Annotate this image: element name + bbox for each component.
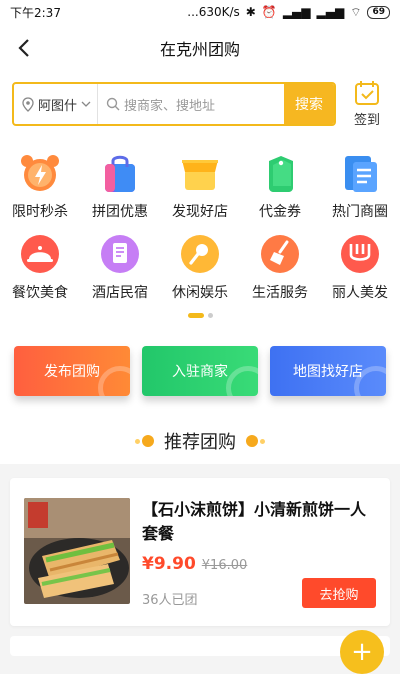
- signin-button[interactable]: 签到: [336, 80, 390, 128]
- shop-icon: [179, 152, 221, 194]
- deal-name: 【石小沫煎饼】小清新煎饼一人套餐: [142, 500, 367, 543]
- publish-deal-label: 发布团购: [44, 364, 100, 380]
- coupon-tag-icon: [259, 152, 301, 194]
- alarm-icon: ⏰: [261, 5, 277, 19]
- page-dot-active: [187, 312, 204, 318]
- bluetooth-icon: ✱: [245, 5, 256, 19]
- category-flash-sale[interactable]: 限时秒杀: [0, 152, 80, 221]
- back-button[interactable]: [12, 36, 36, 60]
- publish-deal-button[interactable]: 发布团购: [14, 346, 130, 396]
- deal-price-row: ¥9.90 ¥16.00: [142, 554, 376, 574]
- calendar-check-icon: [355, 81, 379, 105]
- signal-icon-2: ▂▄▆: [316, 5, 345, 19]
- status-time: 下午2:37: [10, 5, 61, 20]
- comb-icon: [339, 233, 381, 275]
- bubble-decoration-right: [246, 435, 265, 447]
- section-title: 推荐团购: [164, 432, 236, 453]
- join-merchant-label: 入驻商家: [172, 364, 228, 380]
- search-input[interactable]: 搜商家、搜地址: [98, 95, 284, 114]
- food-dome-icon: [19, 233, 61, 275]
- category-label: 丽人美发: [332, 285, 388, 301]
- search-placeholder: 搜商家、搜地址: [124, 98, 216, 114]
- page-dot: [207, 312, 213, 318]
- signin-label: 签到: [353, 113, 380, 128]
- hotel-icon: [99, 233, 141, 275]
- category-grid: 限时秒杀 拼团优惠 发现好店 代金券 热门商圈 餐饮美食 酒店民宿 休闲娱乐 生…: [0, 130, 400, 302]
- action-buttons: 发布团购 入驻商家 地图找好店: [0, 328, 400, 418]
- category-hot-district[interactable]: 热门商圈: [320, 152, 400, 221]
- network-speed: ...630K/s: [187, 5, 240, 19]
- chevron-down-icon: [81, 101, 91, 107]
- plus-icon: +: [351, 637, 373, 667]
- category-label: 休闲娱乐: [172, 285, 228, 301]
- category-leisure[interactable]: 休闲娱乐: [160, 233, 240, 302]
- category-label: 生活服务: [252, 285, 308, 301]
- top-panel: 阿图什 搜商家、搜地址 搜索 签到 限时秒杀 拼团优惠 发现好店 代金券 热门商…: [0, 72, 400, 328]
- search-button[interactable]: 搜索: [284, 84, 334, 124]
- deal-original-price: ¥16.00: [201, 558, 248, 573]
- broom-icon: [259, 233, 301, 275]
- map-search-label: 地图找好店: [293, 364, 363, 380]
- deal-card[interactable]: 【石小沫煎饼】小清新煎饼一人套餐 ¥9.90 ¥16.00 36人已团 去抢购: [10, 478, 390, 626]
- deal-price: ¥9.90: [142, 554, 196, 574]
- category-label: 餐饮美食: [12, 285, 68, 301]
- location-pin-icon: [22, 96, 34, 112]
- bubble-decoration-left: [135, 435, 154, 447]
- category-food[interactable]: 餐饮美食: [0, 233, 80, 302]
- chevron-left-icon: [18, 39, 29, 57]
- category-hotel[interactable]: 酒店民宿: [80, 233, 160, 302]
- category-beauty[interactable]: 丽人美发: [320, 233, 400, 302]
- join-merchant-button[interactable]: 入驻商家: [142, 346, 258, 396]
- map-search-button[interactable]: 地图找好店: [270, 346, 386, 396]
- section-header: 推荐团购: [0, 418, 400, 464]
- floating-add-button[interactable]: +: [340, 630, 384, 674]
- category-good-shops[interactable]: 发现好店: [160, 152, 240, 221]
- search-box: 阿图什 搜商家、搜地址 搜索: [12, 82, 336, 126]
- nav-bar: 在克州团购: [0, 24, 400, 72]
- search-row: 阿图什 搜商家、搜地址 搜索 签到: [0, 78, 400, 130]
- category-label: 限时秒杀: [12, 204, 68, 220]
- next-deal-card[interactable]: [10, 636, 390, 656]
- wifi-icon: ⌔: [350, 4, 362, 19]
- location-label: 阿图什: [38, 98, 78, 114]
- category-group-deal[interactable]: 拼团优惠: [80, 152, 160, 221]
- category-label: 拼团优惠: [92, 204, 148, 220]
- document-icon: [339, 152, 381, 194]
- category-voucher[interactable]: 代金券: [240, 152, 320, 221]
- search-icon: [106, 97, 120, 111]
- page-indicator: [0, 302, 400, 328]
- deal-info: 【石小沫煎饼】小清新煎饼一人套餐 ¥9.90 ¥16.00 36人已团 去抢购: [130, 498, 376, 608]
- deal-image: [24, 498, 130, 604]
- shopping-bag-icon: [99, 152, 141, 194]
- battery-icon: 69: [367, 5, 390, 19]
- category-label: 发现好店: [172, 204, 228, 220]
- button-decoration: [98, 366, 130, 396]
- buy-now-button[interactable]: 去抢购: [302, 578, 376, 608]
- category-label: 代金券: [259, 204, 301, 220]
- button-decoration: [226, 366, 258, 396]
- status-bar: 下午2:37 ...630K/s ✱ ⏰ ▂▄▆ ▂▄▆ ⌔ 69: [0, 0, 400, 24]
- page-title: 在克州团购: [159, 40, 240, 59]
- category-life-service[interactable]: 生活服务: [240, 233, 320, 302]
- signal-icon: ▂▄▆: [282, 5, 311, 19]
- location-selector[interactable]: 阿图什: [14, 84, 99, 124]
- microphone-icon: [179, 233, 221, 275]
- status-icons: ...630K/s ✱ ⏰ ▂▄▆ ▂▄▆ ⌔ 69: [187, 5, 390, 20]
- category-label: 热门商圈: [332, 204, 388, 220]
- deal-sold-count: 36人已团: [142, 593, 198, 608]
- category-label: 酒店民宿: [92, 285, 148, 301]
- alarm-clock-icon: [19, 152, 61, 194]
